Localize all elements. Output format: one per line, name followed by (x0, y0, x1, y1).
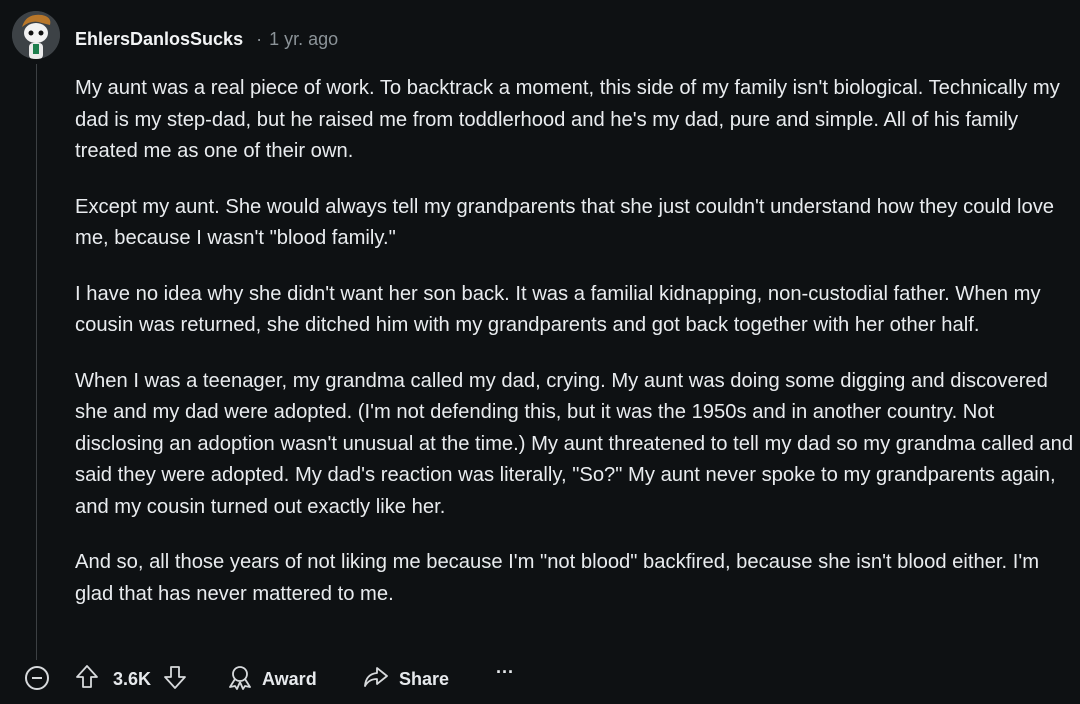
comment-paragraph: Except my aunt. She would always tell my… (75, 195, 1055, 250)
avatar[interactable] (12, 11, 60, 59)
vote-score: 3.6K (113, 669, 152, 689)
share-button[interactable]: Share (363, 664, 449, 695)
comment-paragraph: My aunt was a real piece of work. To bac… (75, 77, 1060, 162)
separator-dot: · (256, 28, 263, 49)
more-icon: ··· (496, 662, 514, 682)
more-options-button[interactable]: ··· (496, 662, 514, 683)
collapse-icon[interactable] (25, 666, 49, 690)
vote-controls: 3.6K (75, 664, 187, 695)
username[interactable]: EhlersDanlosSucks (75, 29, 243, 50)
comment-paragraph: When I was a teenager, my grandma called… (75, 369, 1074, 518)
downvote-icon[interactable] (163, 664, 187, 695)
snoo-avatar-icon (12, 11, 60, 59)
comment-paragraph: And so, all those years of not liking me… (75, 551, 1040, 605)
share-label: Share (399, 669, 450, 689)
comment-action-bar: 3.6K Award Share ··· (0, 658, 1080, 698)
award-icon (227, 664, 253, 695)
comment-paragraph: I have no idea why she didn't want her s… (75, 282, 1041, 337)
comment-header: EhlersDanlosSucks · 1 yr. ago (75, 27, 338, 51)
comment-body: My aunt was a real piece of work. To bac… (75, 73, 1077, 634)
award-button[interactable]: Award (227, 664, 317, 695)
upvote-icon[interactable] (75, 664, 99, 695)
thread-line[interactable] (36, 64, 37, 660)
timestamp[interactable]: 1 yr. ago (269, 29, 338, 50)
award-label: Award (262, 669, 317, 689)
share-icon (363, 664, 389, 695)
